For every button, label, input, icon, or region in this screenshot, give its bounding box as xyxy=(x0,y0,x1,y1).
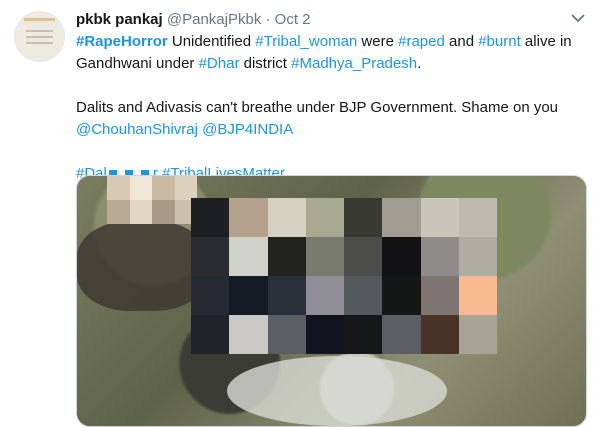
censor-pixel xyxy=(458,237,497,276)
author-name[interactable]: pkbk pankaj xyxy=(76,11,163,28)
censor-pixel xyxy=(107,176,130,200)
censor-pixel xyxy=(420,276,459,315)
avatar[interactable] xyxy=(14,11,65,62)
censor-pixel xyxy=(420,237,459,276)
censor-pixel xyxy=(267,198,306,237)
mention-link[interactable]: @ChouhanShivraj xyxy=(76,121,198,138)
censor-pixel xyxy=(129,176,152,200)
censor-pixel xyxy=(382,198,421,237)
censor-pixel xyxy=(458,276,497,315)
censor-pixel xyxy=(129,200,152,224)
censor-pixel xyxy=(305,237,344,276)
tweet-text: #RapeHorror Unidentified #Tribal_woman w… xyxy=(76,31,591,185)
tweet-text-segment: district xyxy=(239,55,292,72)
censor-pixel xyxy=(458,198,497,237)
censor-pixel xyxy=(229,237,268,276)
hashtag-link[interactable]: #Madhya_Pradesh xyxy=(291,55,417,72)
censor-pixel xyxy=(229,276,268,315)
ash-patch xyxy=(227,356,447,426)
censor-pixel xyxy=(107,200,130,224)
chevron-down-icon[interactable] xyxy=(570,12,586,24)
avatar-text-line xyxy=(26,42,53,44)
censor-pixel xyxy=(382,276,421,315)
avatar-banner-strip xyxy=(24,18,55,21)
hashtag-link[interactable]: #Dhar xyxy=(199,55,240,72)
author-handle[interactable]: @PankajPkbk xyxy=(167,11,261,28)
burnt-debris xyxy=(77,221,207,311)
avatar-text-line xyxy=(26,36,53,38)
censor-pixel xyxy=(305,198,344,237)
censor-pixel xyxy=(267,237,306,276)
hashtag-link[interactable]: #raped xyxy=(398,33,445,50)
censor-pixel xyxy=(191,198,230,237)
tweet-date[interactable]: Oct 2 xyxy=(275,11,311,28)
censor-pixel xyxy=(152,200,175,224)
tweet-text-segment: and xyxy=(444,33,479,50)
censor-pixel xyxy=(420,198,459,237)
censor-pixel xyxy=(420,315,459,354)
censor-pixel xyxy=(267,315,306,354)
censor-pixel xyxy=(152,176,175,200)
censor-pixel xyxy=(191,237,230,276)
pixelated-censor-main xyxy=(191,198,497,354)
censor-pixel xyxy=(344,198,383,237)
censor-pixel xyxy=(458,315,497,354)
censor-pixel xyxy=(382,237,421,276)
censor-pixel xyxy=(382,315,421,354)
avatar-text-line xyxy=(26,30,53,32)
mention-link[interactable]: @BJP4INDIA xyxy=(202,121,293,138)
censor-pixel xyxy=(267,276,306,315)
censor-pixel xyxy=(305,276,344,315)
tweet-media-image[interactable] xyxy=(76,175,587,427)
hashtag-link[interactable]: #Tribal_woman xyxy=(255,33,357,50)
censor-pixel xyxy=(229,315,268,354)
censor-pixel xyxy=(174,176,197,200)
censor-pixel xyxy=(344,315,383,354)
tweet-text-segment: Unidentified xyxy=(167,33,256,50)
hashtag-link[interactable]: #RapeHorror xyxy=(76,33,168,50)
censor-pixel xyxy=(305,315,344,354)
tweet-header: pkbk pankaj @PankajPkbk · Oct 2 xyxy=(76,11,311,28)
censor-pixel xyxy=(191,315,230,354)
censor-pixel xyxy=(344,276,383,315)
censor-pixel xyxy=(229,198,268,237)
hashtag-link[interactable]: #burnt xyxy=(478,33,521,50)
pixelated-censor-small xyxy=(107,176,197,224)
censor-pixel xyxy=(191,276,230,315)
tweet-text-segment: were xyxy=(357,33,399,50)
censor-pixel xyxy=(344,237,383,276)
separator-dot: · xyxy=(265,11,271,28)
